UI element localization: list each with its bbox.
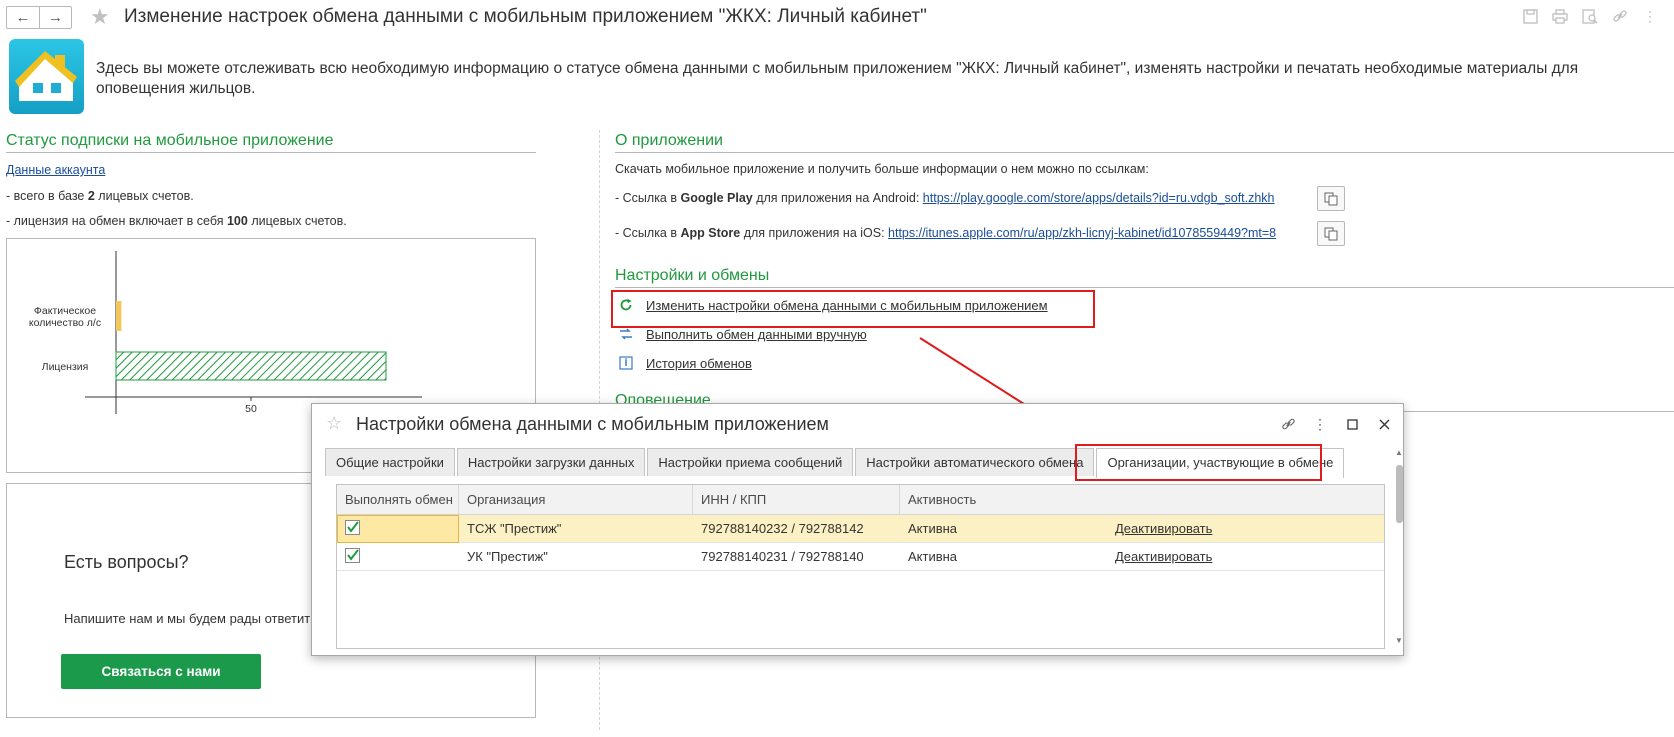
inn-kpp: 792788140232 / 792788142 [701,521,864,536]
activity-status: Активна [908,521,958,536]
tab-auto-exchange[interactable]: Настройки автоматического обмена [855,448,1095,476]
checkmark-icon [347,549,359,561]
dialog-title: Настройки обмена данными с мобильным при… [356,414,829,434]
deactivate-link[interactable]: Деактивировать [1107,515,1212,543]
table-header: Выполнять обмен Организация ИНН / КПП Ак… [337,485,1384,515]
scroll-up-icon[interactable]: ▲ [1395,448,1403,457]
column-exchange[interactable]: Выполнять обмен [337,485,459,515]
inn-kpp: 792788140231 / 792788140 [701,549,864,564]
column-activity[interactable]: Активность [900,485,1384,515]
checkmark-icon [347,521,359,533]
scroll-thumb[interactable] [1396,465,1403,523]
table-row[interactable]: ТСЖ "Престиж" 792788140232 / 792788142 А… [337,515,1384,543]
exchange-checkbox[interactable] [345,548,360,563]
dialog-scrollbar[interactable]: ▲ ▼ [1395,448,1405,646]
column-organization[interactable]: Организация [459,485,693,515]
deactivate-link[interactable]: Деактивировать [1107,543,1212,571]
organization-name: ТСЖ "Престиж" [467,521,562,536]
more-icon[interactable]: ⋮ [1311,415,1329,433]
highlight-organizations-tab [1075,444,1322,481]
maximize-icon[interactable] [1343,415,1361,433]
organizations-table: Выполнять обмен Организация ИНН / КПП Ак… [336,484,1385,649]
exchange-checkbox[interactable] [345,520,360,535]
table-row[interactable]: УК "Престиж" 792788140231 / 792788140 Ак… [337,543,1384,571]
organization-name: УК "Престиж" [467,549,548,564]
column-inn[interactable]: ИНН / КПП [693,485,900,515]
dialog-tools: ⋮ [1279,415,1393,433]
tab-general[interactable]: Общие настройки [325,448,455,476]
scroll-down-icon[interactable]: ▼ [1395,636,1403,645]
close-icon[interactable] [1375,415,1393,433]
tab-data-load[interactable]: Настройки загрузки данных [456,448,646,476]
activity-status: Активна [908,549,958,564]
settings-dialog: ☆ Настройки обмена данными с мобильным п… [311,403,1404,656]
link-icon[interactable] [1279,415,1297,433]
favorite-star-icon[interactable]: ☆ [326,413,342,434]
tab-messages[interactable]: Настройки приема сообщений [647,448,854,476]
